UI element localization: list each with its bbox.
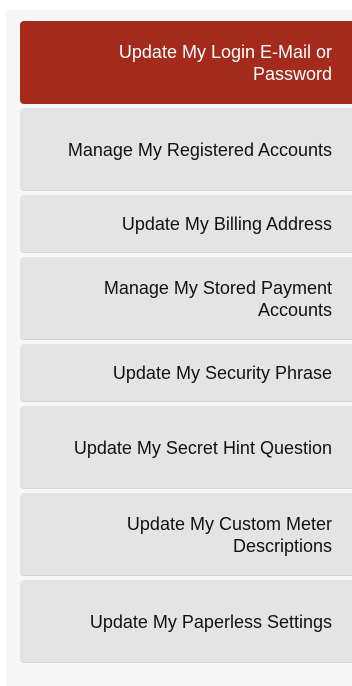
sidebar-item-label: Update My Secret Hint Question — [73, 437, 332, 458]
sidebar-item-manage-stored-payment-accounts[interactable]: Manage My Stored Payment Accounts — [20, 257, 352, 340]
sidebar-item-label: Update My Custom Meter Descriptions — [126, 513, 332, 556]
sidebar-item-update-secret-hint-question[interactable]: Update My Secret Hint Question — [20, 406, 352, 489]
sidebar-item-update-custom-meter-descriptions[interactable]: Update My Custom Meter Descriptions — [20, 493, 352, 576]
account-settings-nav: Update My Login E-Mail or Password Manag… — [20, 21, 352, 667]
sidebar-item-update-login[interactable]: Update My Login E-Mail or Password — [20, 21, 352, 104]
sidebar-item-manage-registered-accounts[interactable]: Manage My Registered Accounts — [20, 108, 352, 191]
sidebar-item-label: Update My Security Phrase — [112, 363, 332, 383]
sidebar-item-update-paperless-settings[interactable]: Update My Paperless Settings — [20, 580, 352, 663]
sidebar-item-label: Update My Login E-Mail or Password — [118, 41, 332, 84]
sidebar-item-label: Manage My Stored Payment Accounts — [103, 277, 332, 320]
sidebar-item-label: Manage My Registered Accounts — [67, 139, 332, 160]
sidebar-item-update-security-phrase[interactable]: Update My Security Phrase — [20, 344, 352, 402]
sidebar-item-label: Update My Paperless Settings — [89, 611, 332, 632]
sidebar-item-update-billing-address[interactable]: Update My Billing Address — [20, 195, 352, 253]
sidebar-item-label: Update My Billing Address — [121, 214, 332, 234]
